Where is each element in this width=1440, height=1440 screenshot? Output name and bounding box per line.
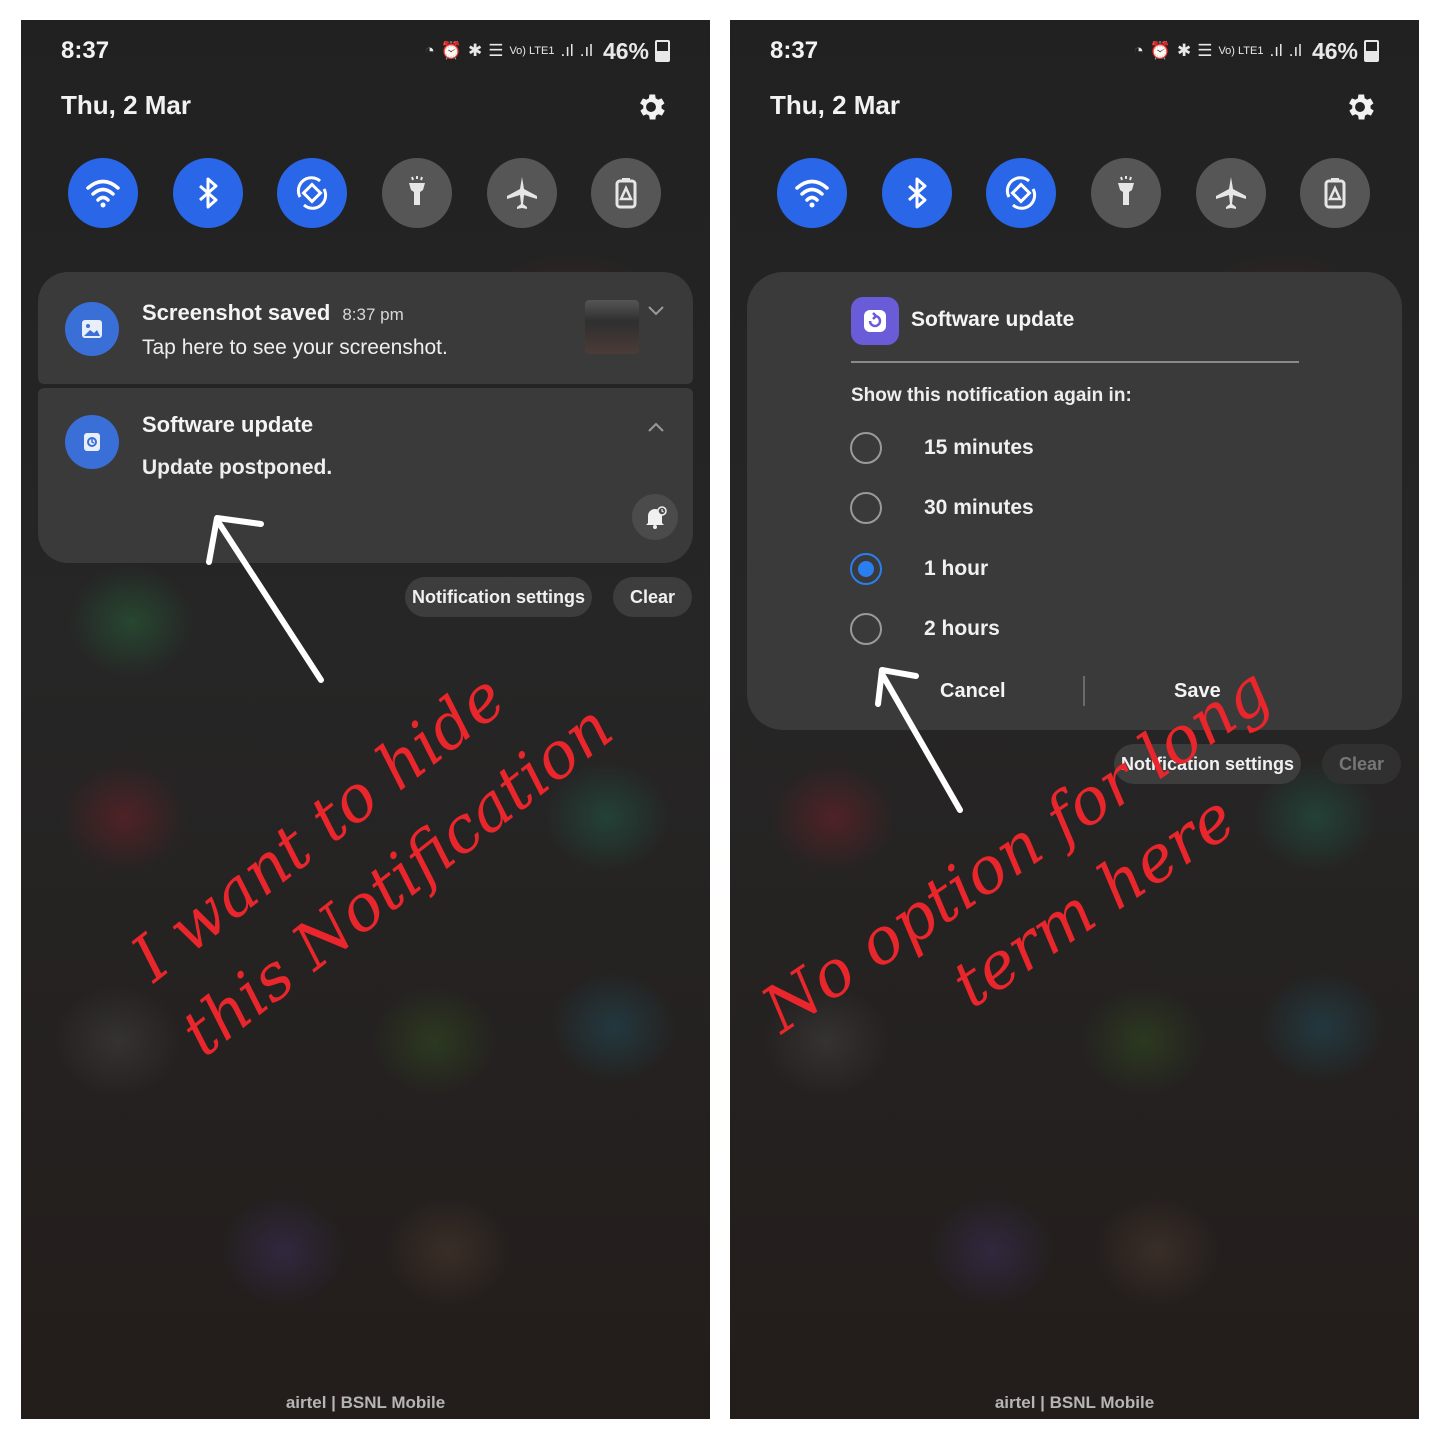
qs-wifi[interactable] bbox=[68, 158, 138, 228]
annotation-arrow bbox=[206, 515, 324, 683]
qs-airplane[interactable] bbox=[1196, 158, 1266, 228]
gear-icon[interactable] bbox=[1343, 90, 1377, 124]
rotate-icon bbox=[1005, 176, 1037, 210]
signal-icon: .ıl bbox=[1269, 41, 1283, 60]
snooze-bell-icon bbox=[646, 506, 667, 529]
wifi-icon bbox=[795, 179, 829, 208]
battery-percent: 46% bbox=[602, 37, 649, 64]
bluetooth-status-icon: ✱ bbox=[467, 41, 483, 60]
battery-saver-icon bbox=[1324, 178, 1346, 209]
airplane-icon bbox=[1216, 177, 1246, 209]
notification-settings-button[interactable]: Notification settings bbox=[405, 577, 592, 617]
snooze-option[interactable]: 1 hour bbox=[850, 553, 1150, 589]
status-icons: ◔ ⏰ ✱ ☰ Vo) LTE1 .ıl .ıl 46% bbox=[1133, 38, 1379, 65]
signal-icon: .ıl bbox=[560, 41, 574, 60]
chevron-up-icon[interactable] bbox=[646, 420, 666, 434]
battery-icon bbox=[1364, 40, 1379, 62]
data-saver-icon: ◔ bbox=[424, 41, 435, 60]
radio-button[interactable] bbox=[850, 613, 882, 645]
snooze-button[interactable] bbox=[632, 494, 678, 540]
button-divider bbox=[1083, 676, 1085, 706]
qs-bluetooth[interactable] bbox=[173, 158, 243, 228]
radio-button-checked[interactable] bbox=[850, 553, 882, 585]
notification-screenshot[interactable]: Screenshot saved 8:37 pm Tap here to see … bbox=[38, 272, 693, 384]
wifi-status-icon: ☰ bbox=[488, 41, 504, 60]
notification-software-update[interactable]: Software update Update postponed. bbox=[38, 388, 693, 563]
qs-flashlight[interactable] bbox=[382, 158, 452, 228]
snooze-option-label: 15 minutes bbox=[924, 436, 1034, 459]
battery-percent: 46% bbox=[1311, 37, 1358, 64]
qs-auto-rotate[interactable] bbox=[986, 158, 1056, 228]
flashlight-icon bbox=[1118, 176, 1134, 205]
date: Thu, 2 Mar bbox=[61, 90, 192, 120]
gear-icon[interactable] bbox=[634, 90, 668, 124]
radio-button[interactable] bbox=[850, 432, 882, 464]
radio-button[interactable] bbox=[850, 492, 882, 524]
status-icons: ◔ ⏰ ✱ ☰ Vo) LTE1 .ıl .ıl 46% bbox=[424, 38, 670, 65]
annotation-arrow bbox=[875, 667, 963, 813]
signal-icon-2: .ıl bbox=[579, 41, 593, 60]
status-bar: 8:37 ◔ ⏰ ✱ ☰ Vo) LTE1 .ıl .ıl 46% bbox=[770, 34, 1379, 68]
software-update-app-icon bbox=[851, 297, 899, 345]
snooze-option-label: 2 hours bbox=[924, 617, 1000, 640]
notification-text: Tap here to see your screenshot. bbox=[142, 336, 448, 359]
alarm-icon: ⏰ bbox=[1149, 41, 1171, 60]
notification-title: Software update bbox=[142, 412, 314, 437]
carrier-label: airtel | BSNL Mobile bbox=[994, 1393, 1155, 1412]
dialog-title: Software update bbox=[911, 308, 1075, 331]
dialog-prompt: Show this notification again in: bbox=[851, 385, 1132, 406]
snooze-dialog: Software update Show this notification a… bbox=[747, 272, 1402, 730]
snooze-option[interactable]: 2 hours bbox=[850, 613, 1150, 649]
clear-button[interactable]: Clear bbox=[1322, 744, 1401, 784]
snooze-option-label: 30 minutes bbox=[924, 496, 1034, 519]
qs-bluetooth[interactable] bbox=[882, 158, 952, 228]
status-time: 8:37 bbox=[61, 37, 110, 64]
flashlight-icon bbox=[409, 176, 425, 205]
software-update-icon bbox=[65, 415, 119, 469]
rotate-icon bbox=[296, 176, 328, 210]
notification-text: Update postponed. bbox=[142, 456, 333, 479]
data-saver-icon: ◔ bbox=[1133, 41, 1144, 60]
chevron-down-icon[interactable] bbox=[646, 304, 666, 318]
battery-icon bbox=[655, 40, 670, 62]
date: Thu, 2 Mar bbox=[770, 90, 901, 120]
qs-power-saving[interactable] bbox=[1300, 158, 1370, 228]
snooze-option[interactable]: 30 minutes bbox=[850, 492, 1150, 528]
notification-time: 8:37 pm bbox=[342, 305, 404, 324]
qs-flashlight[interactable] bbox=[1091, 158, 1161, 228]
bluetooth-icon bbox=[908, 177, 927, 209]
image-icon bbox=[65, 302, 119, 356]
status-time: 8:37 bbox=[770, 37, 819, 64]
volte-label: Vo) LTE1 bbox=[1218, 45, 1264, 57]
snooze-option-label: 1 hour bbox=[924, 557, 989, 580]
qs-power-saving[interactable] bbox=[591, 158, 661, 228]
status-bar: 8:37 ◔ ⏰ ✱ ☰ Vo) LTE1 .ıl .ıl 46% bbox=[61, 34, 670, 68]
notification-title: Screenshot saved 8:37 pm bbox=[142, 300, 404, 325]
right-screenshot: 8:37 ◔ ⏰ ✱ ☰ Vo) LTE1 .ıl .ıl 46% Thu, 2… bbox=[730, 20, 1419, 1419]
qs-auto-rotate[interactable] bbox=[277, 158, 347, 228]
alarm-icon: ⏰ bbox=[440, 41, 462, 60]
quick-settings bbox=[68, 158, 668, 230]
wifi-status-icon: ☰ bbox=[1197, 41, 1213, 60]
signal-icon-2: .ıl bbox=[1288, 41, 1302, 60]
qs-airplane[interactable] bbox=[487, 158, 557, 228]
quick-settings bbox=[777, 158, 1377, 230]
screenshot-thumbnail[interactable] bbox=[585, 300, 639, 354]
left-screenshot: 8:37 ◔ ⏰ ✱ ☰ Vo) LTE1 .ıl .ıl 46% Thu, 2… bbox=[21, 20, 710, 1419]
wifi-icon bbox=[86, 179, 120, 208]
bluetooth-icon bbox=[199, 177, 218, 209]
volte-label: Vo) LTE1 bbox=[509, 45, 555, 57]
snooze-option[interactable]: 15 minutes bbox=[850, 432, 1150, 468]
qs-wifi[interactable] bbox=[777, 158, 847, 228]
carrier-label: airtel | BSNL Mobile bbox=[285, 1393, 446, 1412]
bluetooth-status-icon: ✱ bbox=[1176, 41, 1192, 60]
battery-saver-icon bbox=[615, 178, 637, 209]
divider bbox=[851, 361, 1299, 363]
airplane-icon bbox=[507, 177, 537, 209]
clear-button[interactable]: Clear bbox=[613, 577, 692, 617]
